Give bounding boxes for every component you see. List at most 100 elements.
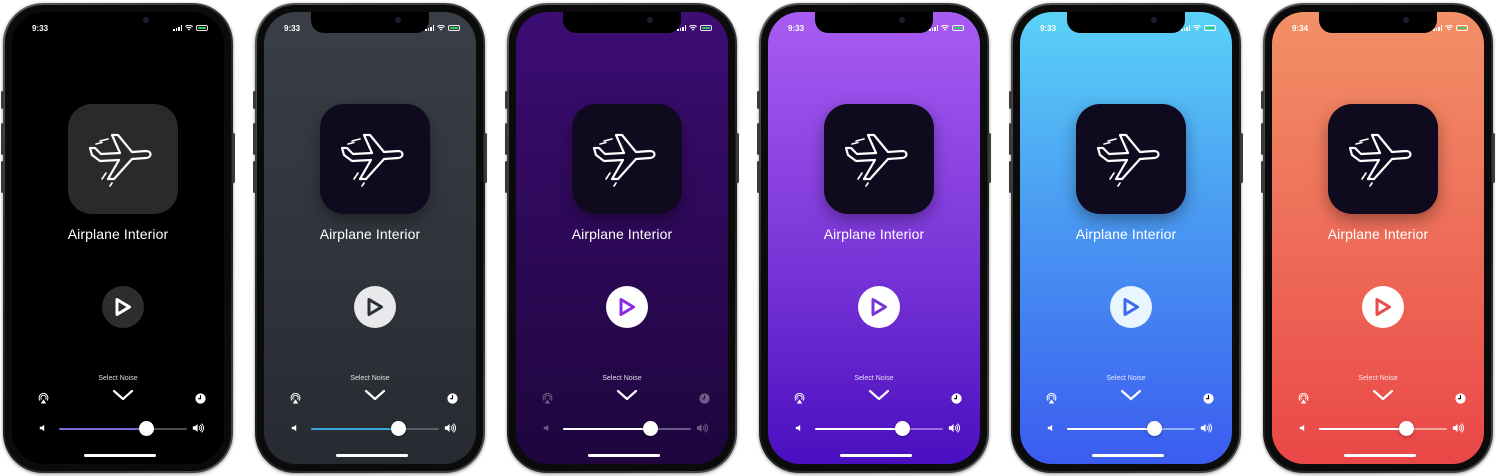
volume-slider[interactable] [815, 421, 943, 436]
chevron-down-icon[interactable] [111, 388, 135, 402]
sound-artwork [824, 104, 934, 214]
notch [1067, 12, 1185, 33]
select-noise-label: Select Noise [98, 375, 138, 382]
chevron-down-icon[interactable] [1371, 388, 1395, 402]
front-camera [143, 17, 149, 23]
timer-icon[interactable] [447, 393, 458, 404]
cellular-signal-icon [677, 25, 686, 31]
volume-slider-thumb[interactable] [139, 421, 155, 436]
play-button[interactable] [1362, 286, 1404, 328]
side-button [1009, 161, 1012, 193]
volume-slider-thumb[interactable] [643, 421, 659, 436]
timer-icon[interactable] [1203, 393, 1214, 404]
timer-icon[interactable] [699, 393, 710, 404]
volume-slider[interactable] [563, 421, 691, 436]
volume-slider-fill [1319, 428, 1407, 430]
wifi-icon [1193, 25, 1201, 31]
status-bar-icons [1181, 25, 1216, 31]
timer-icon[interactable] [1455, 393, 1466, 404]
side-button [484, 133, 487, 183]
battery-icon [1204, 25, 1216, 31]
play-button[interactable] [1110, 286, 1152, 328]
volume-slider[interactable] [59, 421, 187, 436]
volume-low-icon [291, 424, 297, 432]
airplane-icon [1096, 133, 1160, 187]
airplay-icon[interactable] [542, 393, 553, 404]
chevron-down-icon[interactable] [1119, 388, 1143, 402]
play-button[interactable] [606, 286, 648, 328]
volume-low-icon [39, 424, 45, 432]
volume-slider-thumb[interactable] [1147, 421, 1163, 436]
chevron-down-icon[interactable] [615, 388, 639, 402]
select-noise-label: Select Noise [1106, 375, 1146, 382]
app-screen: 9:33 Airplane Interior Select Noise [1020, 12, 1232, 464]
status-bar-icons [173, 25, 208, 31]
sound-title: Airplane Interior [823, 226, 925, 242]
airplane-icon [340, 133, 404, 187]
volume-low-icon [543, 424, 549, 432]
chevron-down-icon[interactable] [867, 388, 891, 402]
front-camera [899, 17, 905, 23]
airplay-icon[interactable] [1298, 393, 1309, 404]
front-camera [395, 17, 401, 23]
volume-slider[interactable] [311, 421, 439, 436]
volume-slider-fill [563, 428, 651, 430]
notch [563, 12, 681, 33]
volume-slider-fill [59, 428, 147, 430]
volume-slider[interactable] [1319, 421, 1447, 436]
volume-high-icon [1452, 423, 1464, 433]
volume-high-icon [192, 423, 204, 433]
phone-frame: 9:33 Airplane Interior Select Noise [757, 3, 991, 473]
airplay-icon[interactable] [38, 393, 49, 404]
side-button [757, 123, 760, 155]
chevron-down-icon[interactable] [363, 388, 387, 402]
airplay-icon[interactable] [794, 393, 805, 404]
timer-icon[interactable] [951, 393, 962, 404]
side-button [1, 91, 4, 109]
play-icon [619, 298, 635, 316]
battery-icon [952, 25, 964, 31]
battery-icon [196, 25, 208, 31]
volume-slider[interactable] [1067, 421, 1195, 436]
battery-icon [700, 25, 712, 31]
play-icon [1123, 298, 1139, 316]
volume-low-icon [1047, 424, 1053, 432]
cellular-signal-icon [1181, 25, 1190, 31]
side-button [757, 161, 760, 193]
sound-artwork [1076, 104, 1186, 214]
play-button[interactable] [102, 286, 144, 328]
volume-slider-fill [1067, 428, 1155, 430]
side-button [988, 133, 991, 183]
cellular-signal-icon [1433, 25, 1442, 31]
home-indicator [1092, 454, 1164, 457]
airplane-icon [844, 133, 908, 187]
airplane-icon [592, 133, 656, 187]
side-button [1, 161, 4, 193]
airplay-icon[interactable] [1046, 393, 1057, 404]
notch [815, 12, 933, 33]
cellular-signal-icon [929, 25, 938, 31]
side-button [253, 161, 256, 193]
volume-slider-thumb[interactable] [391, 421, 407, 436]
wifi-icon [1445, 25, 1453, 31]
side-button [505, 123, 508, 155]
battery-icon [1456, 25, 1468, 31]
sound-title: Airplane Interior [571, 226, 673, 242]
front-camera [1151, 17, 1157, 23]
timer-icon[interactable] [195, 393, 206, 404]
home-indicator [1344, 454, 1416, 457]
volume-slider-thumb[interactable] [1399, 421, 1415, 436]
volume-slider-thumb[interactable] [895, 421, 911, 436]
play-button[interactable] [354, 286, 396, 328]
play-button[interactable] [858, 286, 900, 328]
sound-artwork [320, 104, 430, 214]
sound-artwork [68, 104, 178, 214]
airplay-icon[interactable] [290, 393, 301, 404]
side-button [1009, 123, 1012, 155]
volume-slider-fill [815, 428, 903, 430]
select-noise-label: Select Noise [602, 375, 642, 382]
sound-title: Airplane Interior [1075, 226, 1177, 242]
phone-frame: 9:33 Airplane Interior Select Noise [1009, 3, 1243, 473]
app-screen: 9:33 Airplane Interior Select Noise [768, 12, 980, 464]
phone-frame: 9:34 Airplane Interior Select Noise [1261, 3, 1495, 473]
